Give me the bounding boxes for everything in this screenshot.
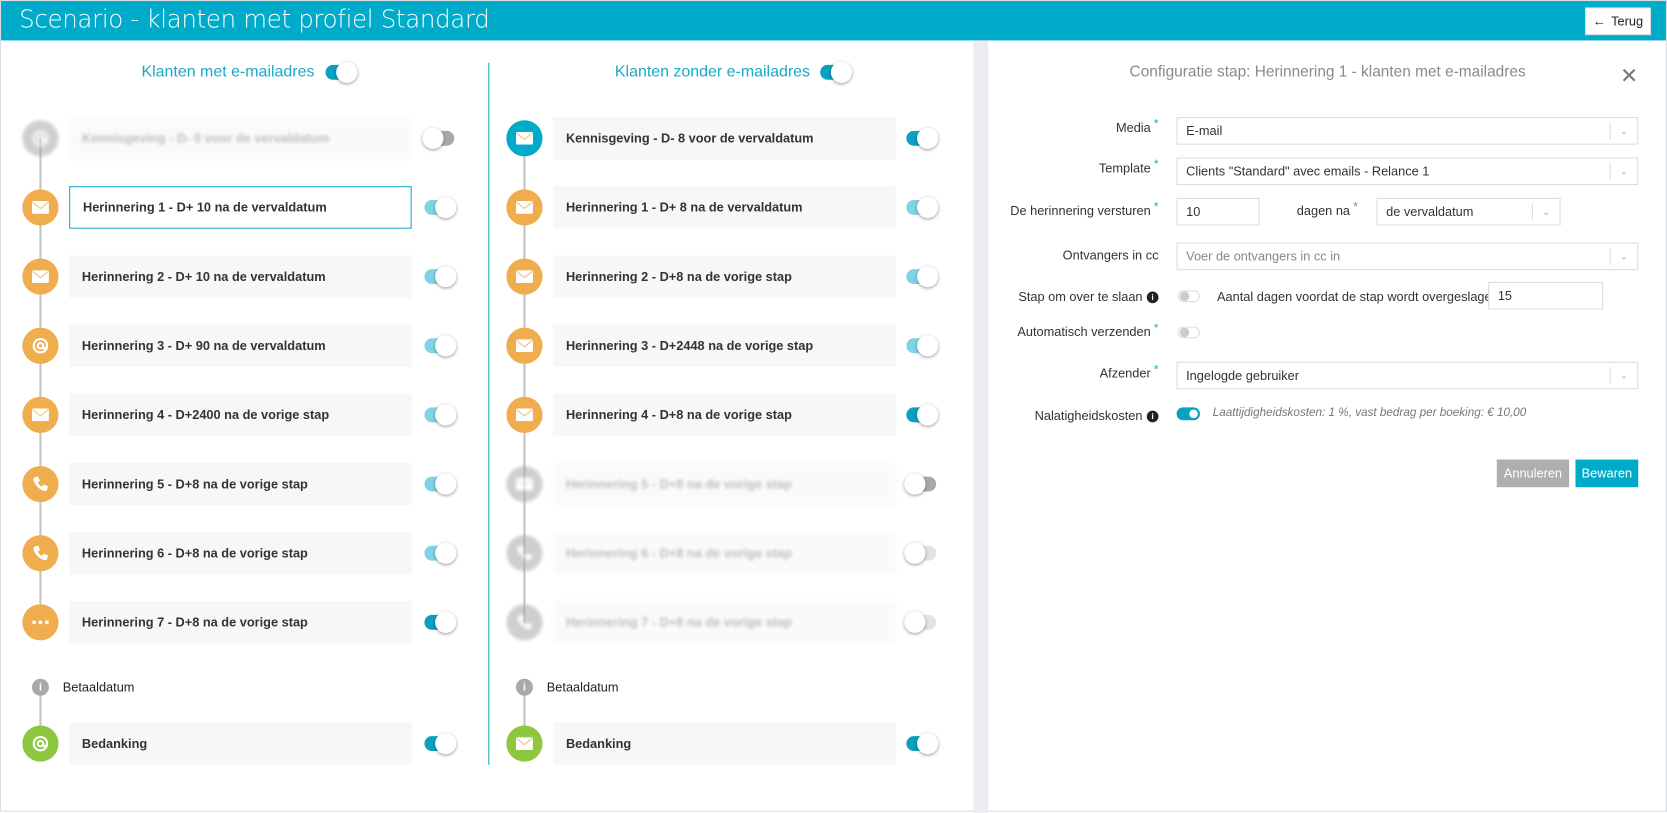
step-toggle[interactable] (904, 542, 937, 564)
sender-label: Afzender * (1099, 363, 1159, 381)
step-card[interactable]: Bedanking (553, 722, 896, 765)
timeline-step[interactable]: Herinnering 7 - D+8 na de vorige stap (1, 601, 958, 644)
envelope-icon (506, 189, 543, 226)
step-toggle[interactable] (904, 611, 937, 633)
auto-send-label: Automatisch verzenden * (1017, 322, 1159, 340)
step-card[interactable]: Herinnering 7 - D+8 na de vorige stap (553, 601, 896, 644)
envelope-icon (506, 327, 543, 364)
panel-separator (973, 40, 989, 813)
payment-date-marker: i Betaaldatum (515, 678, 619, 696)
timeline-step[interactable]: Herinnering 3 - D+2448 na de vorige stap (1, 324, 958, 368)
media-select[interactable]: E-mail ⌄ (1176, 117, 1639, 145)
timeline-step[interactable]: Bedanking (1, 722, 958, 765)
step-card[interactable]: Kennisgeving - D- 8 voor de vervaldatum (553, 117, 896, 160)
step-toggle[interactable] (906, 196, 939, 219)
timeline-step[interactable]: Herinnering 1 - D+ 8 na de vervaldatum (1, 186, 958, 229)
skip-days-input[interactable]: 15 (1488, 281, 1604, 310)
timeline-step[interactable]: Herinnering 5 - D+8 na de vorige stap (1, 462, 958, 506)
config-title: Configuratie stap: Herinnering 1 - klant… (1129, 63, 1526, 81)
back-button[interactable]: ← Terug (1585, 7, 1652, 36)
send-days-input[interactable]: 10 (1176, 197, 1260, 226)
auto-send-toggle[interactable] (1177, 326, 1200, 339)
step-toggle[interactable] (906, 732, 939, 755)
timeline-step[interactable]: Herinnering 2 - D+8 na de vorige stap (1, 255, 958, 298)
fees-note: Laattijdigheidskosten: 1 %, vast bedrag … (1212, 406, 1527, 420)
cc-label: Ontvangers in cc (1062, 247, 1159, 263)
page-title: Scenario - klanten met profiel Standard (19, 6, 490, 35)
info-icon: i (1146, 410, 1159, 423)
step-card[interactable]: Herinnering 6 - D+8 na de vorige stap (553, 531, 896, 575)
envelope-icon (506, 465, 543, 503)
left-column-toggle[interactable] (325, 61, 357, 83)
phone-icon (506, 535, 543, 572)
sender-select[interactable]: Ingelogde gebruiker ⌄ (1176, 361, 1639, 390)
template-label: Template * (1098, 158, 1159, 176)
timeline-step[interactable]: Herinnering 4 - D+8 na de vorige stap (1, 393, 958, 437)
step-toggle[interactable] (906, 127, 939, 149)
step-card[interactable]: Herinnering 1 - D+ 8 na de vervaldatum (553, 186, 896, 229)
phone-icon (506, 604, 543, 641)
left-column-title: Klanten met e-mailadres (141, 61, 357, 83)
payment-date-label: Betaaldatum (546, 679, 619, 695)
save-button[interactable]: Bewaren (1575, 459, 1639, 488)
envelope-icon (506, 258, 543, 295)
chevron-down-icon: ⌄ (1609, 122, 1638, 140)
arrow-left-icon: ← (1593, 13, 1606, 29)
payment-date-label: Betaaldatum (62, 679, 135, 695)
skip-label: Stap om over te slaan i (1018, 289, 1159, 304)
info-icon: i (515, 678, 533, 696)
step-card[interactable]: Herinnering 5 - D+8 na de vorige stap (553, 462, 896, 506)
template-select[interactable]: Clients "Standard" avec emails - Relance… (1176, 157, 1639, 186)
days-after-label: dagen na * (1296, 201, 1358, 219)
chevron-down-icon: ⌄ (1531, 203, 1560, 221)
fees-label: Nalatigheidskosten i (1035, 408, 1159, 423)
app-header: Scenario - klanten met profiel Standard … (1, 1, 1666, 41)
chevron-down-icon: ⌄ (1609, 162, 1638, 180)
right-column-title: Klanten zonder e-mailadres (614, 61, 853, 83)
left-title-text: Klanten met e-mailadres (141, 62, 315, 81)
cc-input[interactable]: Voer de ontvangers in cc in ⌄ (1176, 242, 1639, 271)
chevron-down-icon: ⌄ (1609, 247, 1638, 265)
cancel-button[interactable]: Annuleren (1496, 459, 1570, 488)
info-icon: i (1146, 291, 1159, 304)
skip-toggle[interactable] (1177, 290, 1200, 303)
timeline-step[interactable]: Herinnering 6 - D+8 na de vorige stap (1, 531, 958, 575)
payment-date-marker: i Betaaldatum (31, 678, 135, 696)
step-toggle[interactable] (906, 265, 939, 288)
right-title-text: Klanten zonder e-mailadres (614, 62, 811, 81)
info-icon: i (31, 678, 49, 696)
skip-days-label: Aantal dagen voordat de stap wordt overg… (1216, 289, 1499, 305)
envelope-icon (506, 725, 543, 762)
step-card[interactable]: Herinnering 3 - D+2448 na de vorige stap (553, 324, 896, 368)
send-label: De herinnering versturen * (1010, 201, 1159, 219)
step-toggle[interactable] (904, 473, 937, 495)
step-toggle[interactable] (906, 335, 939, 357)
media-label: Media * (1115, 118, 1159, 136)
envelope-icon (506, 120, 543, 157)
envelope-icon (506, 396, 543, 433)
days-after-select[interactable]: de vervaldatum ⌄ (1376, 197, 1561, 226)
chevron-down-icon: ⌄ (1609, 367, 1638, 385)
step-toggle[interactable] (906, 404, 939, 426)
right-column-toggle[interactable] (820, 61, 853, 83)
fees-toggle[interactable] (1176, 407, 1200, 421)
back-label: Terug (1611, 13, 1644, 29)
step-card[interactable]: Herinnering 2 - D+8 na de vorige stap (553, 255, 896, 298)
timeline-step[interactable]: Kennisgeving - D- 8 voor de vervaldatum (1, 117, 958, 160)
close-icon[interactable]: ✕ (1620, 63, 1638, 90)
step-card[interactable]: Herinnering 4 - D+8 na de vorige stap (553, 393, 896, 437)
